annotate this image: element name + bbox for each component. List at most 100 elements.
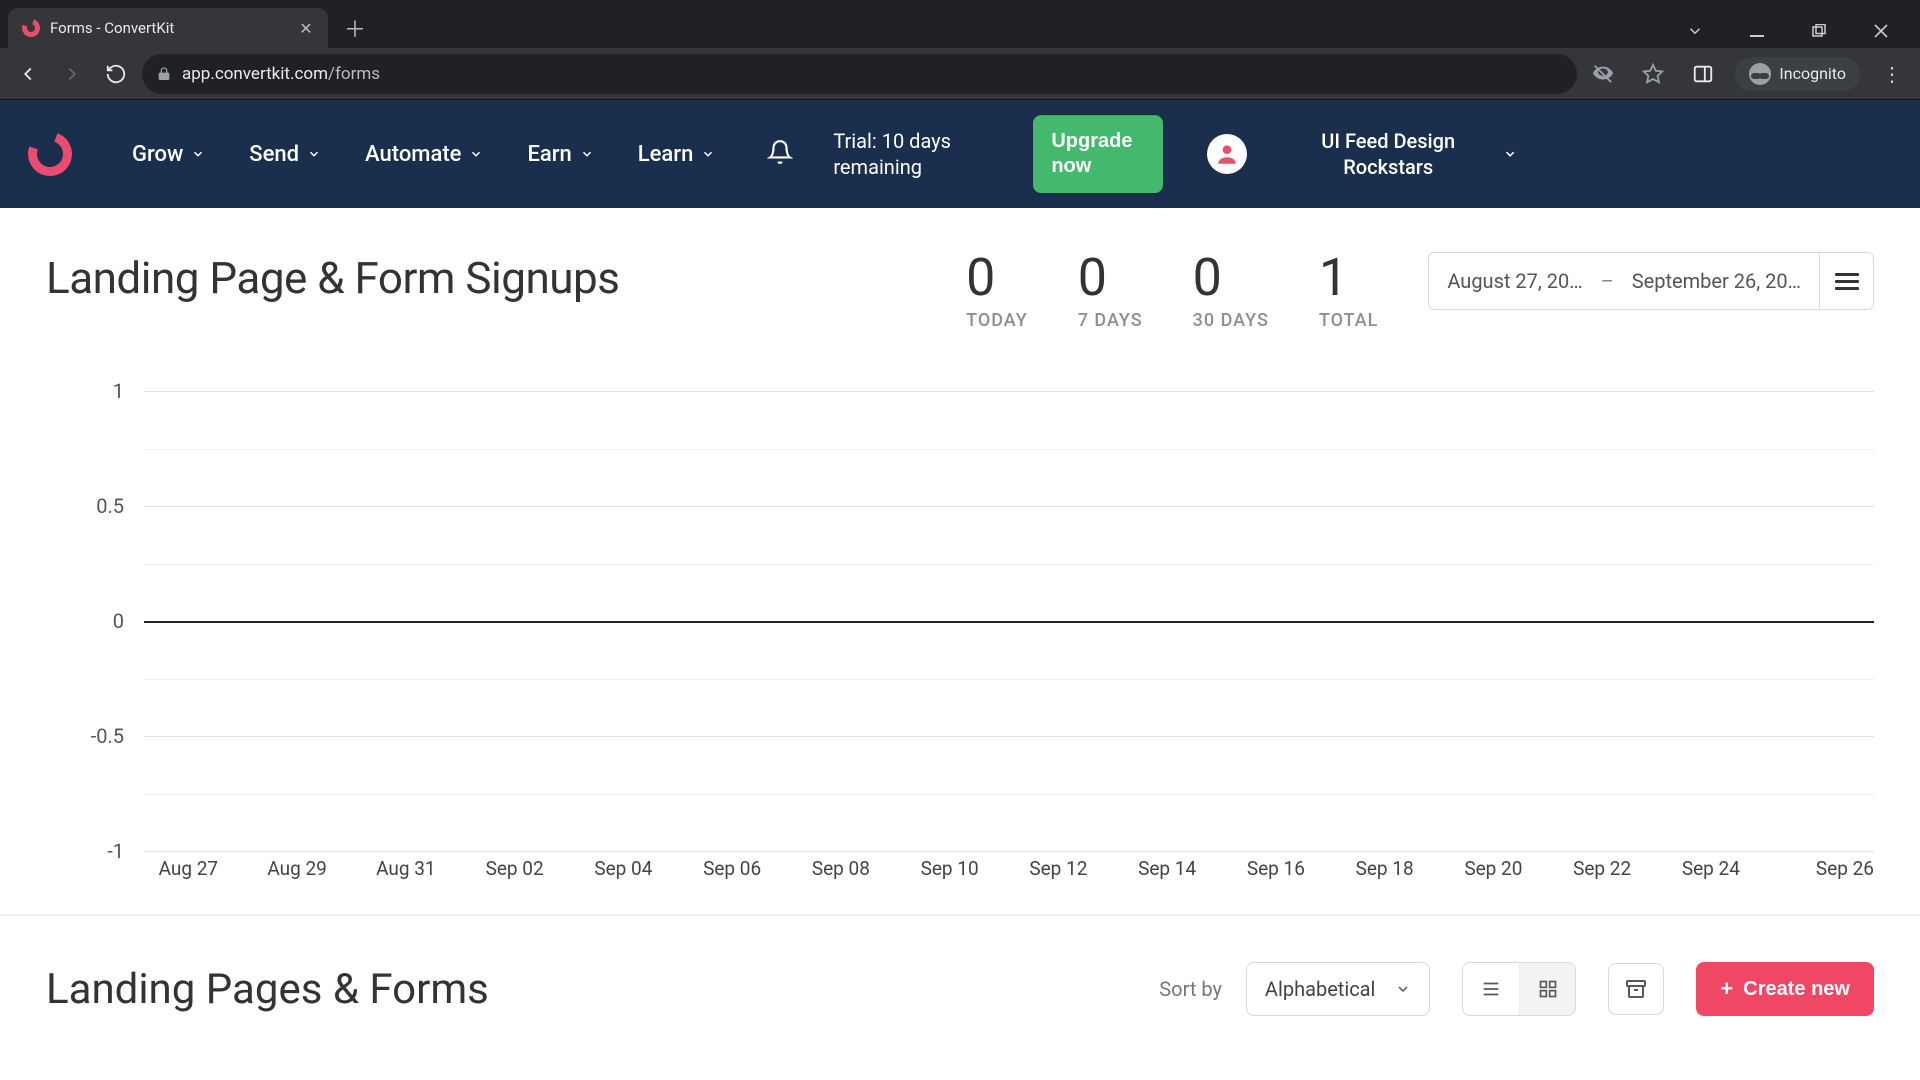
x-tick: Sep 14 <box>1113 857 1222 880</box>
convertkit-logo-icon[interactable] <box>28 132 72 176</box>
y-tick: -0.5 <box>46 724 124 748</box>
maximize-window-icon[interactable] <box>1802 14 1836 48</box>
incognito-badge[interactable]: Incognito <box>1735 57 1860 91</box>
account-dropdown[interactable]: UI Feed Design Rockstars <box>1297 128 1517 180</box>
list-section-title: Landing Pages & Forms <box>46 965 489 1014</box>
x-tick: Sep 06 <box>678 857 787 880</box>
chevron-down-icon <box>1503 145 1517 163</box>
stat-label: 30 DAYS <box>1193 310 1269 331</box>
stat-value: 0 <box>1078 252 1143 304</box>
address-bar[interactable]: app.convertkit.com/forms <box>142 54 1577 94</box>
nav-send[interactable]: Send <box>249 142 321 167</box>
nav-automate[interactable]: Automate <box>365 142 483 167</box>
nav-label: Send <box>249 142 299 167</box>
stat-label: TOTAL <box>1319 310 1379 331</box>
nav-label: Learn <box>638 142 694 167</box>
x-tick: Sep 04 <box>569 857 678 880</box>
stat-label: TODAY <box>966 310 1028 331</box>
browser-tab[interactable]: Forms - ConvertKit ✕ <box>8 8 328 48</box>
date-separator: – <box>1601 269 1614 293</box>
x-tick: Sep 10 <box>895 857 1004 880</box>
signups-chart: 10.50-0.5-1 Aug 27Aug 29Aug 31Sep 02Sep … <box>46 391 1874 880</box>
forward-button[interactable] <box>54 56 90 92</box>
x-tick: Aug 27 <box>134 857 243 880</box>
chevron-down-icon <box>307 147 321 161</box>
stat-7days: 0 7 DAYS <box>1078 252 1143 331</box>
chevron-down-icon <box>701 147 715 161</box>
stat-total: 1 TOTAL <box>1319 252 1379 331</box>
account-name: UI Feed Design Rockstars <box>1297 128 1479 180</box>
stat-value: 0 <box>966 252 1028 304</box>
upgrade-button[interactable]: Upgrade now <box>1033 115 1163 193</box>
avatar[interactable] <box>1207 134 1247 174</box>
x-tick: Sep 16 <box>1222 857 1331 880</box>
x-tick: Sep 02 <box>460 857 569 880</box>
url-text: app.convertkit.com/forms <box>182 64 380 84</box>
stats-row: 0 TODAY 0 7 DAYS 0 30 DAYS 1 TOTAL <box>966 252 1378 331</box>
stat-value: 0 <box>1193 252 1269 304</box>
x-tick: Aug 31 <box>352 857 461 880</box>
sort-by-label: Sort by <box>1159 977 1222 1001</box>
x-tick: Sep 22 <box>1548 857 1657 880</box>
nav-earn[interactable]: Earn <box>527 142 593 167</box>
back-button[interactable] <box>10 56 46 92</box>
nav-label: Earn <box>527 142 571 167</box>
bookmark-star-icon[interactable] <box>1635 56 1671 92</box>
x-tick: Sep 18 <box>1330 857 1439 880</box>
close-window-icon[interactable] <box>1864 14 1898 48</box>
tab-title: Forms - ConvertKit <box>50 19 288 37</box>
y-tick: 1 <box>46 379 124 403</box>
close-tab-icon[interactable]: ✕ <box>298 20 314 36</box>
chart-menu-button[interactable] <box>1820 252 1874 310</box>
incognito-icon <box>1749 63 1771 85</box>
grid-icon <box>1538 979 1558 999</box>
tracking-protection-icon[interactable] <box>1585 56 1621 92</box>
date-to: September 26, 20… <box>1632 269 1801 293</box>
page-title: Landing Page & Form Signups <box>46 252 619 304</box>
x-tick: Aug 29 <box>243 857 352 880</box>
hamburger-icon <box>1835 280 1859 283</box>
list-icon <box>1480 978 1502 1000</box>
favicon-icon <box>22 19 40 37</box>
reload-button[interactable] <box>98 56 134 92</box>
stat-today: 0 TODAY <box>966 252 1028 331</box>
browser-menu-icon[interactable]: ⋮ <box>1874 62 1910 86</box>
chevron-down-icon <box>580 147 594 161</box>
plus-icon: + <box>1720 976 1733 1002</box>
date-range-picker[interactable]: August 27, 20… – September 26, 20… <box>1428 252 1820 310</box>
y-tick: -1 <box>46 839 124 863</box>
chevron-down-icon <box>1395 981 1411 997</box>
minimize-window-icon[interactable] <box>1740 14 1774 48</box>
sort-select[interactable]: Alphabetical <box>1246 962 1431 1016</box>
create-new-button[interactable]: + Create new <box>1696 962 1874 1016</box>
date-from: August 27, 20… <box>1447 269 1582 293</box>
stat-value: 1 <box>1319 252 1379 304</box>
nav-label: Automate <box>365 142 461 167</box>
app-navbar: Grow Send Automate Earn Learn Trial: 10 … <box>0 100 1920 208</box>
chevron-down-icon <box>191 147 205 161</box>
view-list-button[interactable] <box>1463 963 1519 1015</box>
new-tab-button[interactable]: ＋ <box>328 8 382 48</box>
view-grid-button[interactable] <box>1519 963 1575 1015</box>
archive-button[interactable] <box>1608 963 1664 1015</box>
stat-label: 7 DAYS <box>1078 310 1143 331</box>
side-panel-icon[interactable] <box>1685 56 1721 92</box>
stat-30days: 0 30 DAYS <box>1193 252 1269 331</box>
notifications-bell-icon[interactable] <box>767 139 793 169</box>
trial-status: Trial: 10 days remaining <box>833 128 993 180</box>
incognito-label: Incognito <box>1779 64 1846 83</box>
nav-grow[interactable]: Grow <box>132 142 205 167</box>
nav-links: Grow Send Automate Earn Learn <box>132 139 793 169</box>
nav-learn[interactable]: Learn <box>638 142 716 167</box>
sort-selected: Alphabetical <box>1265 977 1376 1001</box>
x-tick: Sep 26 <box>1765 857 1874 880</box>
nav-label: Grow <box>132 142 183 167</box>
x-tick: Sep 24 <box>1657 857 1766 880</box>
x-tick: Sep 08 <box>787 857 896 880</box>
y-tick: 0.5 <box>46 494 124 518</box>
y-tick: 0 <box>46 609 124 633</box>
archive-icon <box>1624 977 1648 1001</box>
view-toggle <box>1462 962 1576 1016</box>
chevron-down-icon[interactable] <box>1678 14 1712 48</box>
create-label: Create new <box>1743 978 1850 1001</box>
